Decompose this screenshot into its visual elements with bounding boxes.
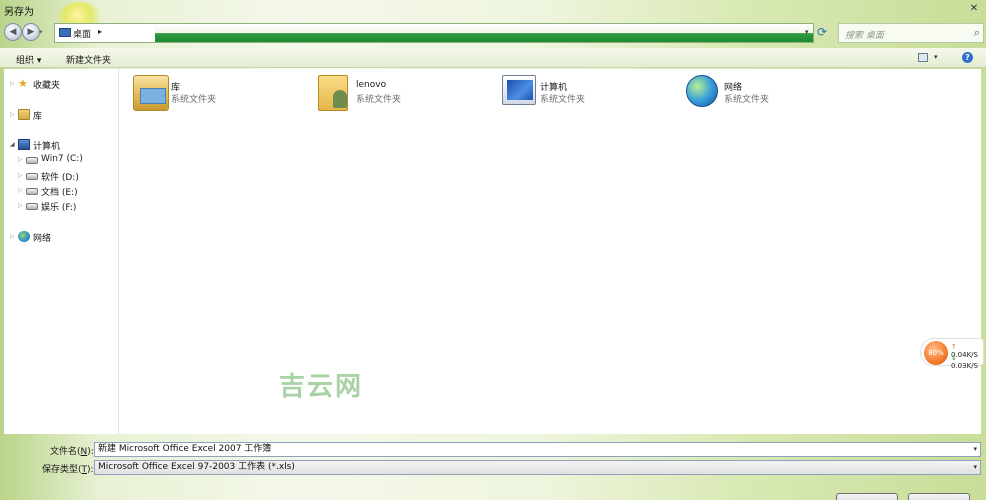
forward-arrow-icon: ▶ [27, 27, 35, 37]
computer-icon [502, 75, 536, 105]
sidebar-item-network[interactable]: ▷ 网络 [10, 230, 110, 244]
refresh-icon[interactable]: ⟳ [817, 25, 827, 39]
filename-value: 新建 Microsoft Office Excel 2007 工作簿 [98, 444, 272, 454]
sidebar-item-drive-d[interactable]: ▷ 软件 (D:) [18, 169, 110, 183]
sidebar-item-drive-c[interactable]: ▷ Win7 (C:) [18, 153, 110, 167]
sidebar-item-computer[interactable]: ◢ 计算机 [10, 138, 110, 152]
item-type: 系统文件夹 [724, 95, 770, 105]
search-icon[interactable]: ⌕ [974, 26, 980, 40]
expand-icon[interactable]: ▷ [18, 202, 23, 209]
search-placeholder: 搜索 桌面 [845, 31, 884, 41]
toolbar: 组织 ▾ 新建文件夹 ▾ ? [0, 48, 986, 68]
expand-icon[interactable]: ▷ [10, 80, 15, 87]
filename-field[interactable]: 新建 Microsoft Office Excel 2007 工作簿 ▾ [94, 442, 981, 457]
recent-pages-dropdown[interactable]: ▾ [39, 28, 43, 36]
address-bar[interactable]: 桌面 ▸ [54, 23, 814, 43]
watermark: 吉云网 [279, 372, 364, 402]
search-input[interactable]: 搜索 桌面 ⌕ [838, 23, 984, 43]
chevron-down-icon[interactable]: ▾ [973, 461, 977, 474]
computer-icon [18, 139, 30, 150]
back-arrow-icon: ◀ [9, 27, 17, 37]
back-button[interactable]: ◀ [4, 23, 22, 41]
expand-icon[interactable]: ▷ [18, 156, 23, 163]
sidebar-item-label: 文档 (E:) [41, 188, 78, 198]
filename-label: 文件名(N): [50, 447, 94, 457]
desktop-icon [59, 28, 71, 37]
download-arrow-icon: ↓ [951, 354, 957, 362]
filetype-value: Microsoft Office Excel 97-2003 工作表 (*.xl… [98, 462, 295, 472]
address-dropdown[interactable]: ▾ [805, 28, 809, 36]
sidebar-item-label: 库 [33, 112, 43, 122]
sidebar-item-drive-f[interactable]: ▷ 娱乐 (F:) [18, 199, 110, 213]
cancel-button[interactable] [908, 493, 970, 500]
help-icon[interactable]: ? [962, 52, 973, 63]
sidebar-item-label: Win7 (C:) [41, 154, 83, 164]
item-name: lenovo [356, 80, 387, 90]
view-options-dropdown[interactable]: ▾ [934, 53, 938, 61]
sidebar-item-label: 娱乐 (F:) [41, 203, 77, 213]
close-button[interactable]: ✕ [966, 2, 982, 15]
new-folder-button[interactable]: 新建文件夹 [66, 53, 111, 66]
chevron-down-icon[interactable]: ▾ [973, 443, 977, 456]
list-item[interactable]: 网络 系统文件夹 [686, 75, 856, 115]
download-speed-value: 0.03K/S [951, 362, 978, 370]
sidebar-item-libraries[interactable]: ▷ 库 [10, 108, 110, 122]
forward-button[interactable]: ▶ [22, 23, 40, 41]
list-item[interactable]: 库 系统文件夹 [133, 75, 303, 115]
speed-percent-badge: 80% [924, 341, 948, 365]
save-button[interactable] [836, 493, 898, 500]
sidebar-item-label: 收藏夹 [33, 81, 61, 91]
item-type: 系统文件夹 [356, 95, 402, 105]
download-speed: ↓ 0.03K/S [951, 354, 983, 370]
breadcrumb-arrow-icon[interactable]: ▸ [98, 27, 102, 36]
view-options-icon[interactable] [918, 53, 928, 62]
expand-icon[interactable]: ▷ [18, 172, 23, 179]
drive-icon [26, 188, 38, 195]
network-icon [18, 231, 30, 242]
network-speed-widget[interactable]: 80% ↑ 0.04K/S ↓ 0.03K/S [920, 338, 984, 370]
sidebar-item-label: 网络 [33, 234, 52, 244]
sidebar-item-label: 计算机 [33, 142, 61, 152]
network-icon [686, 75, 718, 107]
sidebar-item-drive-e[interactable]: ▷ 文档 (E:) [18, 184, 110, 198]
upload-arrow-icon: ↑ [951, 343, 957, 351]
drive-icon [26, 203, 38, 210]
file-list-pane[interactable]: 库 系统文件夹 lenovo 系统文件夹 计算机 系统文件夹 网络 系统文件夹 [119, 69, 981, 434]
item-type: 系统文件夹 [171, 95, 217, 105]
drive-icon [26, 157, 38, 164]
window-title: 另存为 [4, 7, 34, 18]
navigation-pane: ▷ ★ 收藏夹 ▷ 库 ◢ 计算机 ▷ Win7 (C:) ▷ 软件 (D:) … [4, 69, 119, 434]
library-icon [133, 75, 169, 111]
list-item[interactable]: 计算机 系统文件夹 [502, 75, 672, 115]
expand-icon[interactable]: ▷ [18, 187, 23, 194]
user-folder-icon [318, 75, 348, 111]
library-icon [18, 109, 30, 120]
collapse-icon[interactable]: ◢ [10, 141, 15, 148]
expand-icon[interactable]: ▷ [10, 111, 15, 118]
list-item[interactable]: lenovo 系统文件夹 [318, 75, 488, 115]
organize-button[interactable]: 组织 ▾ [16, 53, 41, 66]
star-icon: ★ [18, 77, 28, 90]
address-location[interactable]: 桌面 [73, 27, 91, 40]
sidebar-item-label: 软件 (D:) [41, 173, 79, 183]
expand-icon[interactable]: ▷ [10, 233, 15, 240]
sidebar-item-favorites[interactable]: ▷ ★ 收藏夹 [10, 77, 110, 91]
item-type: 系统文件夹 [540, 95, 586, 105]
drive-icon [26, 173, 38, 180]
filetype-label: 保存类型(T): [42, 465, 94, 475]
filetype-select[interactable]: Microsoft Office Excel 97-2003 工作表 (*.xl… [94, 460, 981, 475]
